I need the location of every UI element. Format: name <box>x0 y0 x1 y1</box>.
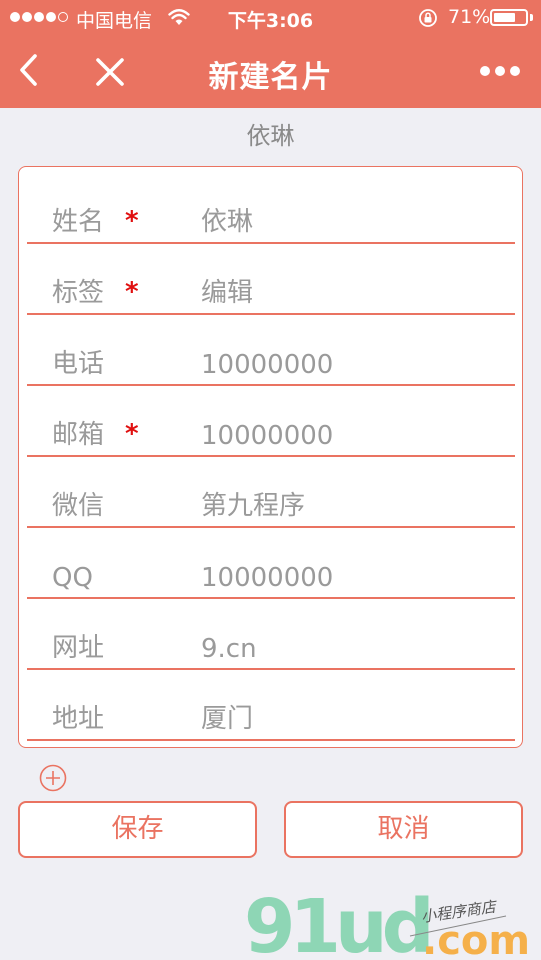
field-label: 微信 <box>52 491 105 521</box>
field-label: 邮箱 <box>52 420 105 450</box>
form-row-website[interactable]: 网址 9.cn <box>27 598 515 670</box>
required-mark: * <box>125 277 139 307</box>
orientation-lock-icon <box>419 9 437 27</box>
nav-bar: 新建名片 <box>0 36 541 108</box>
field-label: 网址 <box>52 633 105 663</box>
required-mark: * <box>125 206 139 236</box>
battery-fill <box>494 13 515 22</box>
form-row-address[interactable]: 地址 厦门 <box>27 669 515 741</box>
form-row-wechat[interactable]: 微信 第九程序 <box>27 456 515 528</box>
field-label: 标签 <box>52 278 105 308</box>
card-name-subtitle: 依琳 <box>246 122 295 150</box>
business-card-form: 姓名 * 依琳 标签 * 编辑 电话 10000000 邮箱 * 1000000… <box>18 166 523 748</box>
field-value[interactable]: 厦门 <box>201 698 253 735</box>
form-row-tag[interactable]: 标签 * 编辑 <box>27 243 515 315</box>
required-mark: * <box>125 419 139 449</box>
field-value[interactable]: 10000000 <box>201 350 333 380</box>
field-value[interactable]: 10000000 <box>201 563 333 593</box>
status-bar: 中国电信 下午3:06 71% <box>0 0 541 36</box>
field-label: 电话 <box>52 349 105 379</box>
page-title: 新建名片 <box>208 60 333 95</box>
field-label: 地址 <box>52 704 105 734</box>
field-label: QQ <box>52 563 93 593</box>
field-value[interactable]: 第九程序 <box>201 485 305 522</box>
field-value[interactable]: 10000000 <box>201 421 333 451</box>
field-value[interactable]: 9.cn <box>201 634 257 664</box>
battery-percent: 71% <box>448 6 491 28</box>
form-row-qq[interactable]: QQ 10000000 <box>27 527 515 599</box>
field-label: 姓名 <box>52 207 105 237</box>
logo-text: 91ud <box>244 888 429 960</box>
form-row-name[interactable]: 姓名 * 依琳 <box>27 172 515 244</box>
more-dots-icon[interactable] <box>478 61 522 81</box>
cancel-button[interactable]: 取消 <box>284 801 523 858</box>
battery-icon <box>490 9 528 26</box>
logo-domain: .com <box>422 918 530 960</box>
form-row-phone[interactable]: 电话 10000000 <box>27 314 515 386</box>
save-button[interactable]: 保存 <box>18 801 257 858</box>
app-header: 中国电信 下午3:06 71% 新建名片 <box>0 0 541 108</box>
plus-circle-icon[interactable] <box>39 764 67 792</box>
field-value[interactable]: 编辑 <box>201 272 253 309</box>
form-row-email[interactable]: 邮箱 * 10000000 <box>27 385 515 457</box>
field-value[interactable]: 依琳 <box>201 201 253 238</box>
site-logo-watermark: 91ud .com 小程序商店 <box>244 888 530 960</box>
battery-cap <box>530 14 533 21</box>
